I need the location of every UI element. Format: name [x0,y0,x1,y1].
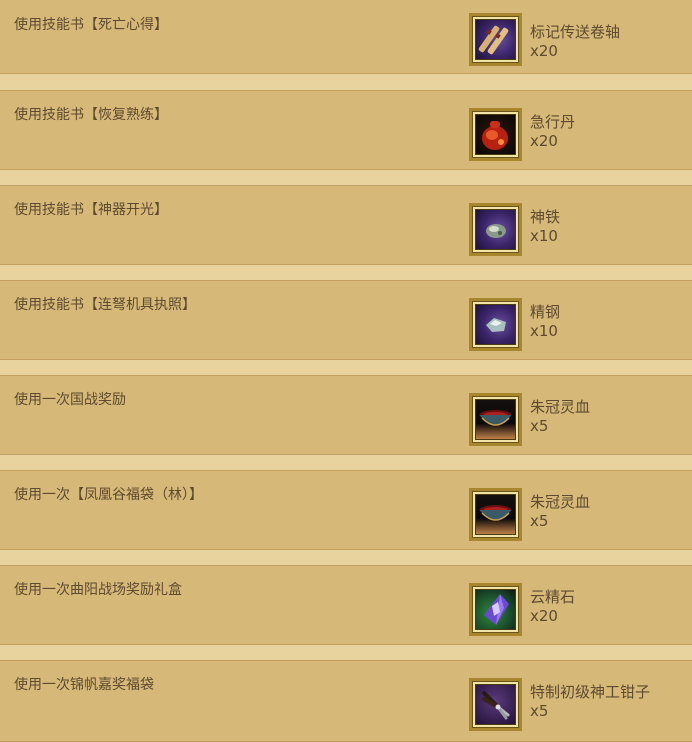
item-name: 神铁 [530,208,561,226]
item-slot[interactable] [469,298,522,351]
item-slot[interactable] [469,108,522,161]
item-name: 急行丹 [530,113,576,131]
item-quantity: x10 [530,322,558,340]
reward-row: 使用一次曲阳战场奖励礼盒 云精石 x20 [0,565,692,645]
item-slot[interactable] [469,203,522,256]
task-description: 使用技能书【连弩机具执照】 [14,297,196,313]
item-quantity: x10 [530,227,558,245]
reward-row: 使用一次国战奖励 朱冠灵血 x5 [0,375,692,455]
blood-bowl-icon [475,399,516,440]
task-description: 使用一次国战奖励 [14,392,126,408]
task-description: 使用一次锦帆嘉奖福袋 [14,677,154,693]
item-quantity: x20 [530,42,558,60]
reward-row: 使用技能书【神器开光】 神铁 x10 [0,185,692,265]
item-name: 特制初级神工钳子 [530,683,651,701]
reward-row: 使用一次【凤凰谷福袋（林）】 朱冠灵血 x5 [0,470,692,550]
reward-row: 使用技能书【连弩机具执照】 精钢 x10 [0,280,692,360]
item-slot[interactable] [469,678,522,731]
reward-row: 使用一次锦帆嘉奖福袋 特制初级神工钳子 x5 [0,660,692,742]
task-description: 使用一次【凤凰谷福袋（林）】 [14,487,203,503]
pliers-icon [475,684,516,725]
item-name: 精钢 [530,303,561,321]
reward-row: 使用技能书【死亡心得】 标记传送卷轴 x20 [0,0,692,74]
item-slot[interactable] [469,488,522,541]
red-pouch-icon [475,114,516,155]
item-slot[interactable] [469,393,522,446]
task-description: 使用一次曲阳战场奖励礼盒 [14,582,182,598]
item-name: 朱冠灵血 [530,493,591,511]
blood-bowl-icon [475,494,516,535]
item-quantity: x5 [530,417,549,435]
item-slot[interactable] [469,13,522,66]
task-description: 使用技能书【恢复熟练】 [14,107,168,123]
item-name: 云精石 [530,588,576,606]
item-quantity: x5 [530,512,549,530]
reward-row: 使用技能书【恢复熟练】 急行丹 x20 [0,90,692,170]
task-description: 使用技能书【死亡心得】 [14,17,168,33]
item-quantity: x20 [530,607,558,625]
item-name: 标记传送卷轴 [530,23,621,41]
item-name: 朱冠灵血 [530,398,591,416]
item-quantity: x5 [530,702,549,720]
scroll-icon [475,19,516,60]
task-description: 使用技能书【神器开光】 [14,202,168,218]
item-quantity: x20 [530,132,558,150]
crystal-icon [475,589,516,630]
ore-icon [475,209,516,250]
steel-icon [475,304,516,345]
item-slot[interactable] [469,583,522,636]
